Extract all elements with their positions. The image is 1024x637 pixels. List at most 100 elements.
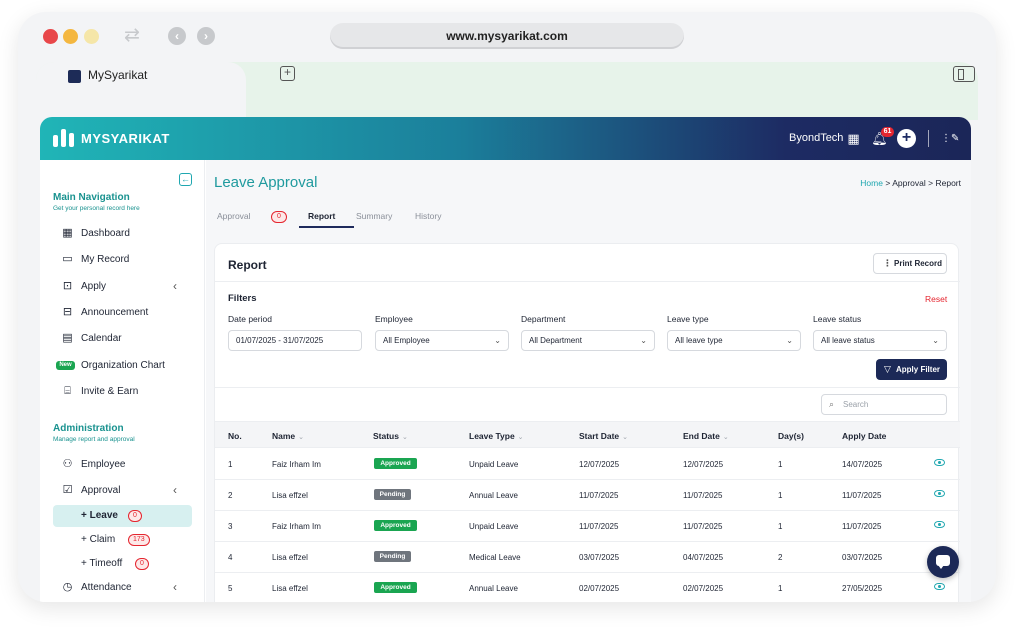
column-header-apply-date: Apply Date bbox=[842, 431, 887, 441]
column-header-status[interactable]: Status ⌄ bbox=[373, 431, 408, 441]
grid-icon: ▦ bbox=[62, 227, 73, 239]
back-icon[interactable]: ‹ bbox=[168, 27, 186, 45]
search-input[interactable]: ⌕ Search bbox=[821, 394, 947, 415]
print-record-button[interactable]: Print Record bbox=[873, 253, 947, 274]
view-eye-icon[interactable] bbox=[934, 459, 945, 466]
chevron-left-icon: ‹ bbox=[173, 580, 177, 594]
employee-select[interactable]: All Employee ⌄ bbox=[375, 330, 509, 351]
building-icon[interactable]: ▦ bbox=[845, 130, 862, 147]
sidebar-subitem-leave[interactable]: + Leave 0 bbox=[53, 505, 192, 527]
address-bar[interactable]: www.mysyarikat.com bbox=[330, 23, 684, 49]
chevron-left-icon: ‹ bbox=[173, 483, 177, 497]
close-window-dot[interactable] bbox=[43, 29, 58, 44]
leave-status-select[interactable]: All leave status ⌄ bbox=[813, 330, 947, 351]
tab-report[interactable]: Report bbox=[308, 211, 335, 221]
sort-icon: ⌄ bbox=[298, 434, 305, 441]
sidebar-item-employee[interactable]: ⚇ Employee bbox=[53, 454, 193, 476]
sort-icon: ⌄ bbox=[517, 434, 524, 441]
view-eye-icon[interactable] bbox=[934, 521, 945, 528]
leave-type-select[interactable]: All leave type ⌄ bbox=[667, 330, 801, 351]
sidebar-subitem-claim[interactable]: + Claim 173 bbox=[53, 529, 192, 551]
sync-icon[interactable]: ⇄ bbox=[124, 26, 146, 46]
column-header-start-date[interactable]: Start Date ⌄ bbox=[579, 431, 628, 441]
sidebar-panel-icon[interactable] bbox=[953, 66, 975, 82]
column-header-end-date[interactable]: End Date ⌄ bbox=[683, 431, 729, 441]
breadcrumb-home[interactable]: Home bbox=[860, 178, 883, 188]
maximize-window-dot[interactable] bbox=[84, 29, 99, 44]
status-badge: Approved bbox=[374, 582, 417, 593]
department-select[interactable]: All Department ⌄ bbox=[521, 330, 655, 351]
card-divider bbox=[215, 387, 960, 388]
app-window: MYSYARIKAT ByondTech ▦ 🔔︎ 61 + ⋮✎ ← Main… bbox=[40, 117, 971, 602]
active-tab-indicator bbox=[299, 226, 354, 228]
report-card: Report Print Record Filters Reset Date p… bbox=[214, 243, 960, 602]
reset-filters-link[interactable]: Reset bbox=[925, 294, 947, 304]
new-badge: New bbox=[56, 361, 75, 370]
table-row[interactable]: 3 Faiz Irham Im Approved Unpaid Leave 11… bbox=[215, 511, 960, 542]
brand-logo-icon bbox=[53, 129, 75, 147]
table-row[interactable]: 2 Lisa effzel Pending Annual Leave 11/07… bbox=[215, 480, 960, 511]
apply-icon: ⊡ bbox=[62, 280, 73, 292]
column-header-leave-type[interactable]: Leave Type ⌄ bbox=[469, 431, 524, 441]
sidebar-item-announcement[interactable]: ⊟ Announcement bbox=[53, 302, 193, 324]
table-row[interactable]: 1 Faiz Irham Im Approved Unpaid Leave 12… bbox=[215, 449, 960, 480]
tab-summary[interactable]: Summary bbox=[356, 211, 392, 221]
user-menu-icon[interactable]: ⋮✎ bbox=[941, 130, 959, 147]
quick-add-button[interactable]: + bbox=[897, 129, 916, 148]
filter-label-leave-type: Leave type bbox=[667, 314, 709, 324]
minimize-window-dot[interactable] bbox=[63, 29, 78, 44]
collapse-sidebar-icon[interactable]: ← bbox=[179, 173, 192, 186]
company-name[interactable]: ByondTech bbox=[789, 132, 843, 144]
main-nav-title: Main Navigation bbox=[53, 192, 130, 203]
sidebar-item-organization-chart[interactable]: New Organization Chart bbox=[53, 355, 193, 377]
sidebar-subitem-timeoff[interactable]: + Timeoff 0 bbox=[53, 553, 192, 575]
timeoff-count-badge: 0 bbox=[135, 558, 149, 570]
sidebar-item-calendar[interactable]: ▤ Calendar bbox=[53, 328, 193, 350]
status-badge: Pending bbox=[374, 551, 411, 562]
tab-approval[interactable]: Approval bbox=[217, 211, 251, 221]
filter-label-date-period: Date period bbox=[228, 314, 272, 324]
folder-icon: ▭ bbox=[62, 253, 73, 265]
breadcrumb: Home > Approval > Report bbox=[860, 178, 961, 188]
sidebar: ← Main Navigation Get your personal reco… bbox=[40, 160, 205, 602]
browser-chrome: ⇄ ‹ › www.mysyarikat.com bbox=[18, 12, 996, 62]
status-badge: Pending bbox=[374, 489, 411, 500]
admin-title: Administration bbox=[53, 423, 124, 434]
card-divider bbox=[215, 281, 960, 282]
sidebar-item-apply[interactable]: ⊡ Apply ‹ bbox=[53, 276, 193, 298]
sidebar-item-approval[interactable]: ☑ Approval ‹ bbox=[53, 480, 193, 502]
main-content: Leave Approval Home > Approval > Report … bbox=[206, 160, 971, 602]
view-eye-icon[interactable] bbox=[934, 490, 945, 497]
sidebar-item-dashboard[interactable]: ▦ Dashboard bbox=[53, 223, 193, 245]
browser-tab-title: MySyarikat bbox=[88, 68, 148, 82]
chevron-down-icon: ⌄ bbox=[640, 336, 647, 345]
sidebar-item-my-record[interactable]: ▭ My Record bbox=[53, 249, 193, 271]
table-row[interactable]: 4 Lisa effzel Pending Medical Leave 03/0… bbox=[215, 542, 960, 573]
calendar-icon: ▤ bbox=[62, 332, 73, 344]
table-header: No. Name ⌄ Status ⌄ Leave Type ⌄ Start Date… bbox=[215, 421, 960, 448]
tab-history[interactable]: History bbox=[415, 211, 441, 221]
claim-count-badge: 173 bbox=[128, 534, 150, 546]
new-tab-icon[interactable]: + bbox=[280, 66, 295, 81]
approval-tab-badge: 0 bbox=[271, 211, 287, 223]
filter-label-employee: Employee bbox=[375, 314, 413, 324]
chevron-down-icon: ⌄ bbox=[494, 336, 501, 345]
column-header-name[interactable]: Name ⌄ bbox=[272, 431, 304, 441]
check-square-icon: ☑ bbox=[62, 484, 73, 496]
site-logo-icon bbox=[68, 70, 81, 83]
sidebar-item-invite-earn[interactable]: ⌸ Invite & Earn bbox=[53, 381, 193, 403]
breadcrumb-approval[interactable]: Approval bbox=[892, 178, 926, 188]
view-eye-icon[interactable] bbox=[934, 583, 945, 590]
date-period-input[interactable]: 01/07/2025 - 31/07/2025 bbox=[228, 330, 362, 351]
sidebar-item-attendance[interactable]: ◷ Attendance ‹ bbox=[53, 577, 193, 599]
chat-support-button[interactable] bbox=[927, 546, 959, 578]
filter-label-leave-status: Leave status bbox=[813, 314, 862, 324]
browser-tab[interactable]: MySyarikat bbox=[36, 62, 246, 120]
chevron-left-icon: ‹ bbox=[173, 279, 177, 293]
leave-count-badge: 0 bbox=[128, 510, 142, 522]
apply-filter-button[interactable]: ▽ Apply Filter bbox=[876, 359, 947, 380]
filter-label-department: Department bbox=[521, 314, 566, 324]
forward-icon[interactable]: › bbox=[197, 27, 215, 45]
card-title: Report bbox=[228, 258, 267, 272]
table-row[interactable]: 5 Lisa effzel Approved Annual Leave 02/0… bbox=[215, 573, 960, 602]
